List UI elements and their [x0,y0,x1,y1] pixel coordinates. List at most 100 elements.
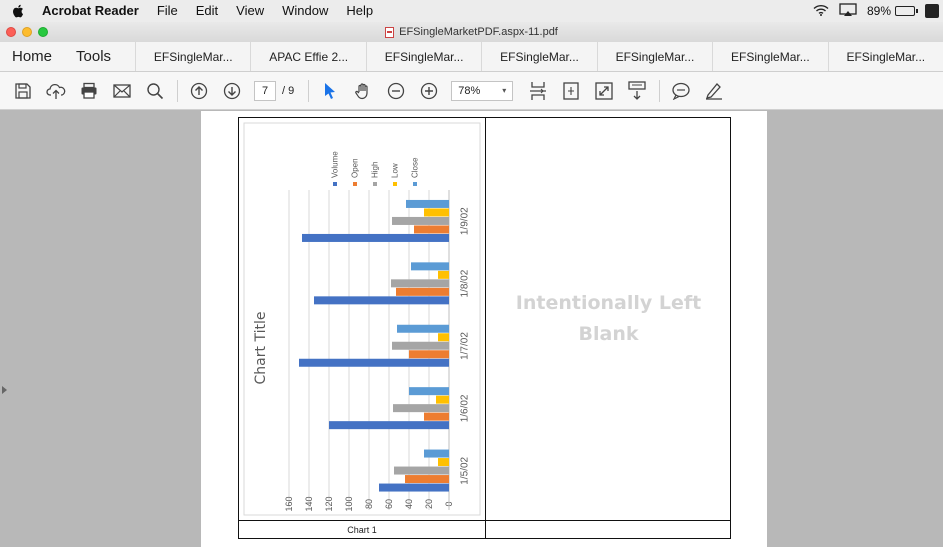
bar-high [392,341,449,350]
email-icon[interactable] [111,80,133,102]
highlight-pen-icon[interactable] [703,80,725,102]
airplay-icon[interactable] [839,2,857,20]
window-title-text: EFSingleMarketPDF.aspx-11.pdf [399,26,558,38]
bar-volume [314,296,449,305]
chevron-right-icon [2,386,7,394]
bar-volume [302,233,449,242]
wifi-icon[interactable] [813,4,829,19]
toolbar-separator [308,79,310,102]
page-total: / 9 [282,84,295,97]
print-icon[interactable] [78,80,100,102]
legend-label: Low [391,163,400,178]
select-cursor-icon[interactable] [319,80,341,102]
chart-cell: 0204060801001201401601/5/021/6/021/7/021… [239,118,485,520]
bar-volume [329,421,449,430]
full-screen-icon[interactable] [593,80,615,102]
blank-cell: Intentionally Left Blank [485,118,732,520]
bar-open [424,412,449,421]
zoom-level-select[interactable]: 78% ▾ [451,80,514,101]
value-tick-label: 60 [384,499,394,509]
page-number-input[interactable]: 7 [254,80,276,101]
menu-window[interactable]: Window [273,0,337,22]
tab-bar: Home Tools EFSingleMar... APAC Effie 2..… [0,42,943,72]
chart-title: Chart Title [253,312,269,385]
value-tick-label: 160 [284,496,294,511]
bar-open [414,225,449,234]
comment-icon[interactable] [670,80,692,102]
save-icon[interactable] [12,80,34,102]
bar-close [397,324,449,333]
search-icon[interactable] [144,80,166,102]
bar-open [409,350,449,359]
battery-percent: 89% [866,4,891,18]
bar-close [424,449,449,458]
status-app-icon[interactable] [925,4,939,18]
value-tick-label: 100 [344,496,354,511]
bar-chart: 0204060801001201401601/5/021/6/021/7/021… [243,122,481,516]
toolbar: 7 / 9 78% ▾ [0,72,943,110]
bar-open [396,287,449,296]
battery-status[interactable]: 89% [866,4,918,18]
bar-open [405,475,449,484]
mac-menubar: Acrobat Reader File Edit View Window Hel… [0,0,943,22]
scrolling-mode-icon[interactable] [527,80,549,102]
zoom-out-icon[interactable] [385,80,407,102]
menu-edit[interactable]: Edit [187,0,227,22]
previous-page-icon[interactable] [188,80,210,102]
value-tick-label: 40 [404,499,414,509]
tab-doc-6[interactable]: EFSingleMar... [712,42,827,71]
bar-high [394,466,449,475]
menu-help[interactable]: Help [337,0,382,22]
bar-low [438,458,449,467]
bar-close [411,262,449,271]
value-tick-label: 20 [424,499,434,509]
toolbar-separator [177,79,178,102]
battery-icon [895,6,918,16]
category-label: 1/8/02 [460,269,471,297]
bar-low [424,208,449,217]
value-tick-label: 120 [324,496,334,511]
pdf-file-icon [385,26,395,38]
pdf-page: 0204060801001201401601/5/021/6/021/7/021… [201,111,767,547]
tab-doc-1[interactable]: EFSingleMar... [135,42,250,71]
blank-text-line-2: Blank [578,323,639,345]
bar-high [392,216,449,225]
value-tick-label: 80 [364,499,374,509]
bar-close [406,199,449,208]
read-mode-icon[interactable] [626,80,648,102]
blank-text-line-1: Intentionally Left [515,292,702,314]
menu-file[interactable]: File [148,0,187,22]
page-table: 0204060801001201401601/5/021/6/021/7/021… [238,117,731,539]
bar-high [391,279,449,288]
window-titlebar: EFSingleMarketPDF.aspx-11.pdf [0,22,943,42]
chart-caption: Chart 1 [347,525,377,535]
legend-swatch [413,182,417,186]
legend-swatch [353,182,357,186]
category-label: 1/7/02 [460,332,471,360]
next-page-icon[interactable] [221,80,243,102]
bar-volume [379,483,449,492]
legend-label: Open [351,158,360,178]
tab-doc-2[interactable]: APAC Effie 2... [250,42,365,71]
tab-home[interactable]: Home [0,42,64,71]
zoom-in-icon[interactable] [418,80,440,102]
hand-tool-icon[interactable] [352,80,374,102]
tab-doc-5[interactable]: EFSingleMar... [596,42,712,71]
left-pane-toggle[interactable] [0,110,10,547]
category-label: 1/6/02 [460,394,471,422]
tab-tools[interactable]: Tools [64,42,123,71]
menu-view[interactable]: View [227,0,273,22]
tab-doc-3[interactable]: EFSingleMar... [365,42,481,71]
tab-doc-7[interactable]: EFSingleMar... [827,42,943,71]
bar-close [409,387,449,396]
cloud-upload-icon[interactable] [45,80,67,102]
bar-low [436,395,449,404]
bar-volume [299,358,449,367]
tab-doc-4[interactable]: EFSingleMar... [481,42,596,71]
value-tick-label: 140 [304,496,314,511]
apple-menu-icon[interactable] [0,4,36,18]
legend-label: Close [411,157,420,178]
toolbar-separator [659,79,661,102]
menu-app-name[interactable]: Acrobat Reader [36,0,148,22]
fit-page-icon[interactable] [560,80,582,102]
